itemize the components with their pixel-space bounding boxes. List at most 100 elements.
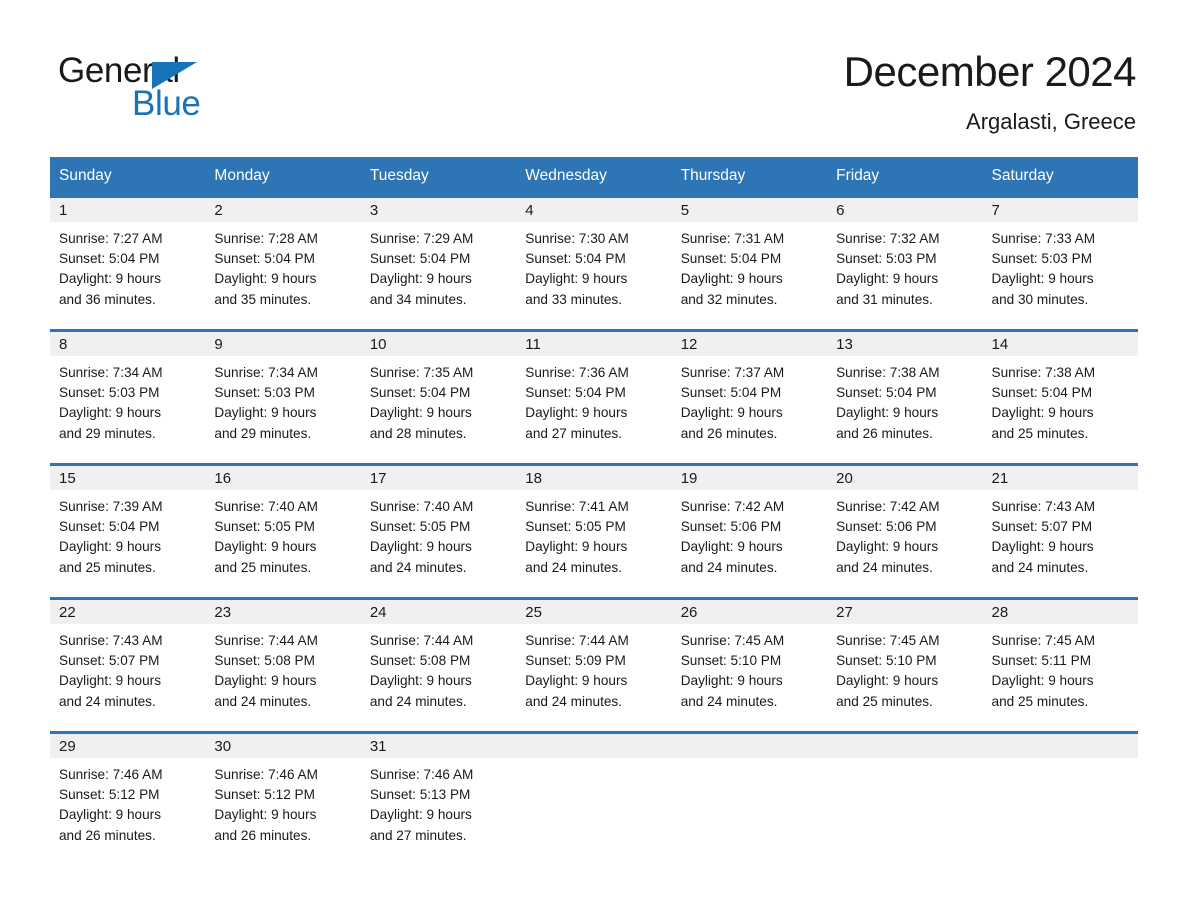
calendar-day-cell[interactable]: 26 Sunrise: 7:45 AM Sunset: 5:10 PM Dayligh… bbox=[671, 597, 828, 733]
daylight-duration-line1: Daylight: 9 hours bbox=[991, 539, 1094, 555]
daylight-duration-line2: and 35 minutes. bbox=[214, 291, 312, 307]
sunrise-time: Sunrise: 7:40 AM bbox=[214, 499, 318, 514]
daylight-duration-line2: and 24 minutes. bbox=[369, 559, 467, 575]
daylight-duration-line2: and 33 minutes. bbox=[525, 291, 622, 307]
day-cell-content: 30 Sunrise: 7:46 AM Sunset: 5:12 PM Dayligh… bbox=[205, 734, 361, 865]
day-cell-content: 11 Sunrise: 7:36 AM Sunset: 5:04 PM Dayligh… bbox=[516, 332, 672, 463]
calendar-day-cell[interactable]: 30 Sunrise: 7:46 AM Sunset: 5:12 PM Dayligh… bbox=[205, 731, 361, 865]
sunset-time: Sunset: 5:12 PM bbox=[59, 787, 160, 803]
calendar-day-cell[interactable]: 2 Sunrise: 7:28 AM Sunset: 5:04 PM Daylight… bbox=[205, 195, 361, 331]
day-number: 1 bbox=[50, 198, 206, 222]
sunset-time: Sunset: 5:04 PM bbox=[369, 251, 471, 267]
calendar-day-cell[interactable]: 1 Sunrise: 7:27 AM Sunset: 5:04 PM Daylight… bbox=[50, 195, 206, 331]
daylight-duration-line2: and 32 minutes. bbox=[680, 291, 778, 307]
daylight-duration-line1: Daylight: 9 hours bbox=[525, 673, 628, 689]
daylight-duration-line2: and 24 minutes. bbox=[991, 559, 1089, 575]
daylight-duration-line2: and 30 minutes. bbox=[991, 291, 1089, 307]
calendar-day-cell[interactable]: 16 Sunrise: 7:40 AM Sunset: 5:05 PM Dayligh… bbox=[205, 463, 361, 599]
page-header: General Blue December 2024 Argalasti, Gr… bbox=[0, 0, 1188, 150]
calendar-day-cell[interactable]: 11 Sunrise: 7:36 AM Sunset: 5:04 PM Dayligh… bbox=[516, 329, 672, 465]
location-subtitle: Argalasti, Greece bbox=[966, 109, 1136, 134]
calendar-day-cell[interactable]: 9 Sunrise: 7:34 AM Sunset: 5:03 PM Daylight… bbox=[205, 329, 361, 465]
day-cell-content: 25 Sunrise: 7:44 AM Sunset: 5:09 PM Dayligh… bbox=[516, 600, 672, 731]
sunrise-time: Sunrise: 7:42 AM bbox=[836, 499, 940, 514]
calendar-day-cell[interactable]: 25 Sunrise: 7:44 AM Sunset: 5:09 PM Dayligh… bbox=[516, 597, 672, 733]
sunrise-time: Sunrise: 7:45 AM bbox=[836, 633, 940, 648]
daylight-duration-line1: Daylight: 9 hours bbox=[525, 539, 628, 555]
calendar-day-cell[interactable]: 31 Sunrise: 7:46 AM Sunset: 5:13 PM Dayligh… bbox=[360, 731, 517, 865]
daylight-duration-line1: Daylight: 9 hours bbox=[214, 673, 317, 689]
day-details: Sunrise: 7:40 AM Sunset: 5:05 PM Daylight:… bbox=[361, 490, 516, 578]
daylight-duration-line1: Daylight: 9 hours bbox=[59, 405, 162, 421]
calendar-week-row: 8 Sunrise: 7:34 AM Sunset: 5:03 PM Daylight… bbox=[50, 329, 1138, 465]
daylight-duration-line1: Daylight: 9 hours bbox=[369, 807, 472, 823]
sunset-time: Sunset: 5:03 PM bbox=[991, 251, 1093, 267]
calendar-day-cell[interactable]: 21 Sunrise: 7:43 AM Sunset: 5:07 PM Dayligh… bbox=[982, 463, 1138, 599]
day-number: 23 bbox=[205, 600, 361, 624]
day-number: 9 bbox=[205, 332, 361, 356]
day-cell-content: 2 Sunrise: 7:28 AM Sunset: 5:04 PM Daylight… bbox=[205, 198, 361, 329]
sunset-time: Sunset: 5:04 PM bbox=[680, 251, 782, 267]
daylight-duration-line1: Daylight: 9 hours bbox=[836, 405, 939, 421]
calendar-day-cell[interactable]: 24 Sunrise: 7:44 AM Sunset: 5:08 PM Dayligh… bbox=[360, 597, 517, 733]
day-cell-content: 14 Sunrise: 7:38 AM Sunset: 5:04 PM Dayligh… bbox=[982, 332, 1138, 463]
calendar-table: Sunday Monday Tuesday Wednesday Thursday… bbox=[50, 157, 1138, 865]
weekday-header-thursday: Thursday bbox=[671, 157, 828, 197]
day-cell-content bbox=[516, 734, 672, 865]
daylight-duration-line2: and 29 minutes. bbox=[214, 425, 312, 441]
title-block: December 2024 Argalasti, Greece bbox=[844, 46, 1137, 135]
day-cell-content: 17 Sunrise: 7:40 AM Sunset: 5:05 PM Dayligh… bbox=[360, 466, 517, 597]
calendar-day-cell[interactable]: 8 Sunrise: 7:34 AM Sunset: 5:03 PM Daylight… bbox=[50, 329, 206, 465]
day-cell-content: 4 Sunrise: 7:30 AM Sunset: 5:04 PM Daylight… bbox=[516, 198, 672, 329]
calendar-day-cell[interactable]: 7 Sunrise: 7:33 AM Sunset: 5:03 PM Daylight… bbox=[982, 195, 1138, 331]
brand-logo[interactable]: General Blue bbox=[58, 52, 318, 124]
daylight-duration-line2: and 24 minutes. bbox=[214, 693, 312, 709]
daylight-duration-line1: Daylight: 9 hours bbox=[369, 405, 472, 421]
daylight-duration-line1: Daylight: 9 hours bbox=[369, 673, 472, 689]
daylight-duration-line1: Daylight: 9 hours bbox=[836, 539, 939, 555]
day-number: 19 bbox=[671, 466, 828, 490]
day-details: Sunrise: 7:45 AM Sunset: 5:10 PM Daylight:… bbox=[672, 624, 827, 712]
sunset-time: Sunset: 5:11 PM bbox=[991, 653, 1092, 669]
calendar-day-cell[interactable]: 6 Sunrise: 7:32 AM Sunset: 5:03 PM Daylight… bbox=[827, 195, 983, 331]
daylight-duration-line1: Daylight: 9 hours bbox=[680, 673, 783, 689]
day-cell-content: 13 Sunrise: 7:38 AM Sunset: 5:04 PM Dayligh… bbox=[827, 332, 983, 463]
day-cell-content: 20 Sunrise: 7:42 AM Sunset: 5:06 PM Dayligh… bbox=[827, 466, 983, 597]
calendar-day-cell[interactable]: 23 Sunrise: 7:44 AM Sunset: 5:08 PM Dayligh… bbox=[205, 597, 361, 733]
day-number: 3 bbox=[360, 198, 517, 222]
calendar-day-cell[interactable]: 28 Sunrise: 7:45 AM Sunset: 5:11 PM Dayligh… bbox=[982, 597, 1138, 733]
day-number: 26 bbox=[671, 600, 828, 624]
calendar-day-cell[interactable]: 3 Sunrise: 7:29 AM Sunset: 5:04 PM Daylight… bbox=[360, 195, 517, 331]
calendar-day-cell[interactable]: 15 Sunrise: 7:39 AM Sunset: 5:04 PM Dayligh… bbox=[50, 463, 206, 599]
sunrise-time: Sunrise: 7:45 AM bbox=[680, 633, 785, 648]
day-cell-content: 10 Sunrise: 7:35 AM Sunset: 5:04 PM Dayligh… bbox=[360, 332, 517, 463]
calendar-day-cell[interactable]: 27 Sunrise: 7:45 AM Sunset: 5:10 PM Dayligh… bbox=[827, 597, 983, 733]
calendar-day-cell[interactable]: 22 Sunrise: 7:43 AM Sunset: 5:07 PM Dayligh… bbox=[50, 597, 206, 733]
calendar-day-cell[interactable]: 19 Sunrise: 7:42 AM Sunset: 5:06 PM Dayligh… bbox=[671, 463, 828, 599]
day-details: Sunrise: 7:42 AM Sunset: 5:06 PM Daylight:… bbox=[827, 490, 982, 578]
daylight-duration-line1: Daylight: 9 hours bbox=[991, 405, 1094, 421]
day-number: 4 bbox=[516, 198, 672, 222]
sunset-time: Sunset: 5:13 PM bbox=[369, 787, 471, 803]
day-cell-content: 6 Sunrise: 7:32 AM Sunset: 5:03 PM Daylight… bbox=[827, 198, 983, 329]
calendar-day-cell[interactable]: 10 Sunrise: 7:35 AM Sunset: 5:04 PM Dayligh… bbox=[360, 329, 517, 465]
calendar-day-cell[interactable]: 18 Sunrise: 7:41 AM Sunset: 5:05 PM Dayligh… bbox=[516, 463, 672, 599]
sunrise-time: Sunrise: 7:38 AM bbox=[991, 365, 1096, 380]
calendar-day-cell[interactable]: 13 Sunrise: 7:38 AM Sunset: 5:04 PM Dayligh… bbox=[827, 329, 983, 465]
daylight-duration-line1: Daylight: 9 hours bbox=[836, 271, 939, 287]
calendar-day-cell[interactable]: 5 Sunrise: 7:31 AM Sunset: 5:04 PM Daylight… bbox=[671, 195, 828, 331]
calendar-day-cell[interactable]: 20 Sunrise: 7:42 AM Sunset: 5:06 PM Dayligh… bbox=[827, 463, 983, 599]
calendar-page: General Blue December 2024 Argalasti, Gr… bbox=[0, 0, 1188, 918]
daylight-duration-line1: Daylight: 9 hours bbox=[59, 673, 162, 689]
daylight-duration-line2: and 25 minutes. bbox=[991, 693, 1089, 709]
calendar-day-cell[interactable]: 17 Sunrise: 7:40 AM Sunset: 5:05 PM Dayligh… bbox=[360, 463, 517, 599]
calendar-day-cell[interactable]: 29 Sunrise: 7:46 AM Sunset: 5:12 PM Dayligh… bbox=[50, 731, 206, 865]
day-cell-content: 21 Sunrise: 7:43 AM Sunset: 5:07 PM Dayligh… bbox=[982, 466, 1138, 597]
calendar-day-cell[interactable]: 14 Sunrise: 7:38 AM Sunset: 5:04 PM Dayligh… bbox=[982, 329, 1138, 465]
sunset-time: Sunset: 5:06 PM bbox=[836, 519, 937, 535]
calendar-day-cell[interactable]: 12 Sunrise: 7:37 AM Sunset: 5:04 PM Dayligh… bbox=[671, 329, 828, 465]
calendar-day-cell[interactable]: 4 Sunrise: 7:30 AM Sunset: 5:04 PM Daylight… bbox=[516, 195, 672, 331]
day-cell-content bbox=[671, 734, 828, 865]
day-cell-content: 1 Sunrise: 7:27 AM Sunset: 5:04 PM Daylight… bbox=[50, 198, 206, 329]
day-cell-content: 8 Sunrise: 7:34 AM Sunset: 5:03 PM Daylight… bbox=[50, 332, 206, 463]
